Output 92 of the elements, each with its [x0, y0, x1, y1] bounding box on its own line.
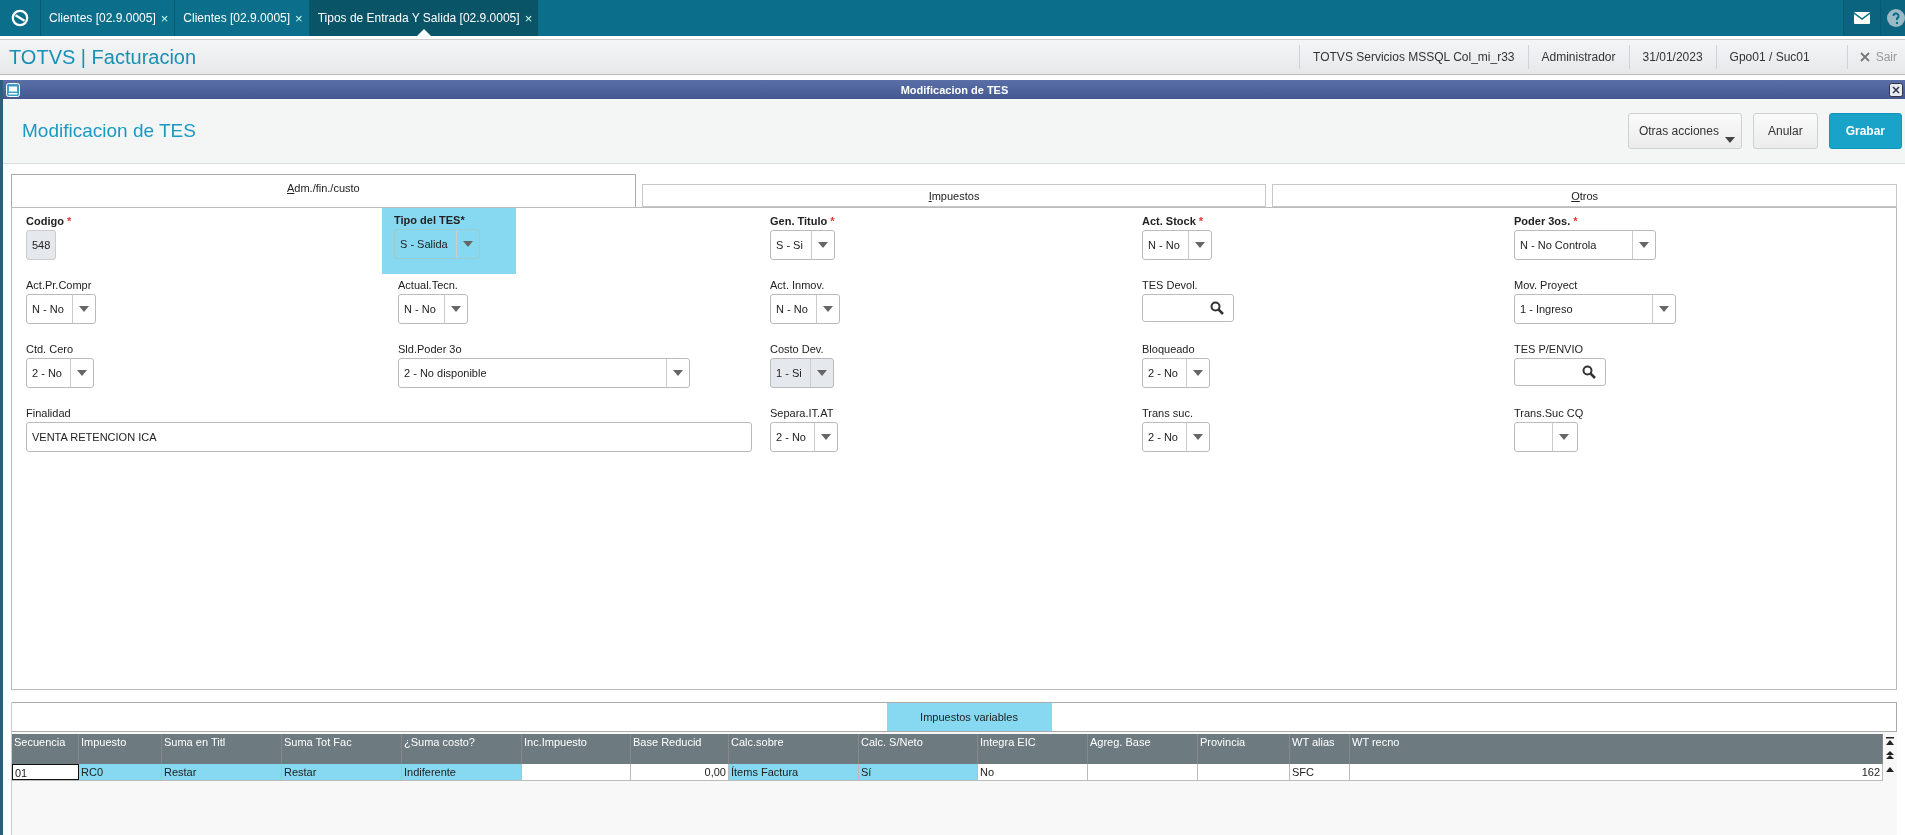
caret-icon — [450, 306, 461, 312]
field-label: Trans suc. — [1142, 407, 1193, 419]
table-cell: No — [978, 764, 1088, 780]
table-cell: Ítems Factura — [729, 764, 859, 780]
search-icon — [1582, 365, 1596, 379]
app-tab[interactable]: Clientes [02.9.0005] × — [40, 0, 175, 36]
window-icon — [6, 82, 20, 97]
field-label: Codigo * — [26, 215, 72, 227]
dropdown[interactable]: 2 - No — [1142, 422, 1210, 452]
dropdown[interactable]: 1 - Ingreso — [1514, 294, 1676, 324]
dropdown[interactable]: N - No — [1142, 230, 1212, 260]
session-info: TOTVS Servicios MSSQL Col_mi_r33 — [1299, 45, 1528, 69]
dropdown[interactable]: S - Si — [770, 230, 835, 260]
dropdown[interactable]: N - No — [26, 294, 96, 324]
page-title: Modificacion de TES — [22, 120, 196, 142]
input-field[interactable]: VENTA RETENCION ICA — [26, 422, 752, 452]
field-label: Ctd. Cero — [26, 343, 74, 355]
actions-menu-button[interactable]: Otras acciones — [1627, 113, 1742, 149]
table-cell: Restar — [162, 764, 282, 780]
table-cell: Restar — [282, 764, 402, 780]
caret-icon — [1724, 137, 1735, 143]
field-label: Act.Pr.Compr — [26, 279, 92, 291]
caret-icon — [462, 241, 473, 247]
window-title: Modificacion de TES — [899, 83, 1010, 96]
caret-icon — [820, 434, 831, 440]
caret-icon — [1192, 370, 1203, 376]
app-tab[interactable]: Tipos de Entrada Y Salida [02.9.0005] × — [308, 0, 539, 36]
session-info: 31/01/2023 — [1628, 45, 1716, 69]
close-icon[interactable]: × — [160, 10, 169, 26]
field-label: Bloqueado — [1142, 343, 1195, 355]
session-info: Administrador — [1527, 45, 1629, 69]
caret-icon — [76, 370, 87, 376]
field-label: Separa.IT.AT — [770, 407, 834, 419]
table-cell: SFC — [1290, 764, 1350, 780]
search-icon — [1210, 301, 1224, 315]
page-up-icon[interactable] — [1885, 750, 1895, 760]
table-cell: 162 — [1350, 764, 1883, 780]
caret-icon — [1194, 242, 1205, 248]
dropdown[interactable]: N - No Controla — [1514, 230, 1656, 260]
module-title: TOTVS | Facturacion — [8, 45, 197, 69]
field-label: TES Devol. — [1142, 279, 1198, 291]
table-cell: RC0 — [79, 764, 162, 780]
pointer-icon — [416, 29, 431, 36]
field-label: Poder 3os. * — [1514, 215, 1578, 227]
dropdown[interactable]: N - No — [770, 294, 840, 324]
column-header[interactable]: Secuencia — [12, 734, 79, 764]
close-icon[interactable]: × — [295, 10, 303, 26]
session-info: Gpo01 / Suc01 — [1715, 45, 1823, 69]
caret-icon — [673, 370, 683, 376]
app-tab[interactable]: Clientes [02.9.0005] × — [174, 0, 309, 36]
dropdown[interactable]: 2 - No — [1142, 358, 1210, 388]
close-button[interactable] — [1889, 82, 1903, 97]
caret-icon — [1659, 306, 1669, 312]
field-label: Gen. Titulo * — [770, 215, 835, 227]
field-label: Trans.Suc CQ — [1514, 407, 1584, 419]
dropdown[interactable]: 2 - No — [26, 358, 94, 388]
tab[interactable]: Impuestos — [641, 184, 1267, 207]
table-cell: Sí — [859, 764, 978, 780]
app-logo-icon[interactable] — [11, 9, 29, 27]
field-label: Actual.Tecn. — [398, 279, 458, 291]
field-label: Costo Dev. — [770, 343, 824, 355]
lookup-field[interactable] — [1142, 294, 1234, 322]
caret-icon — [1559, 434, 1569, 440]
field-label: TES P/ENVIO — [1514, 343, 1584, 355]
field-label: Finalidad — [26, 407, 71, 419]
lookup-field[interactable] — [1514, 358, 1606, 386]
field-label: Act. Inmov. — [770, 279, 825, 291]
tab[interactable]: Adm./fin./custo — [11, 174, 636, 207]
table-cell: 01 — [12, 764, 79, 780]
field-label: Act. Stock * — [1142, 215, 1204, 227]
caret-icon — [1192, 434, 1203, 440]
caret-icon — [816, 370, 827, 376]
caret-icon — [822, 306, 833, 312]
dropdown[interactable]: N - No — [398, 294, 468, 324]
dropdown[interactable]: S - Salida — [394, 229, 480, 259]
field-label: Mov. Proyect — [1514, 279, 1578, 291]
close-icon — [1859, 52, 1870, 62]
dropdown[interactable]: 2 - No — [770, 422, 838, 452]
close-icon[interactable]: × — [524, 10, 533, 26]
caret-icon — [817, 242, 828, 248]
cancel-button[interactable]: Anular — [1752, 113, 1818, 149]
caret-icon — [1639, 242, 1649, 248]
field-label: Sld.Poder 3o — [398, 343, 462, 355]
field-label: Tipo del TES* — [394, 214, 465, 226]
dropdown[interactable]: 2 - No disponible — [398, 358, 690, 388]
tab[interactable]: Otros — [1272, 184, 1897, 207]
tab[interactable]: Impuestos variables — [886, 703, 1052, 731]
caret-icon — [78, 306, 89, 312]
mail-icon[interactable] — [1854, 12, 1870, 24]
table-cell: Indiferente — [402, 764, 522, 780]
scroll-top-icon[interactable] — [1885, 736, 1895, 746]
help-icon[interactable] — [1887, 9, 1905, 27]
